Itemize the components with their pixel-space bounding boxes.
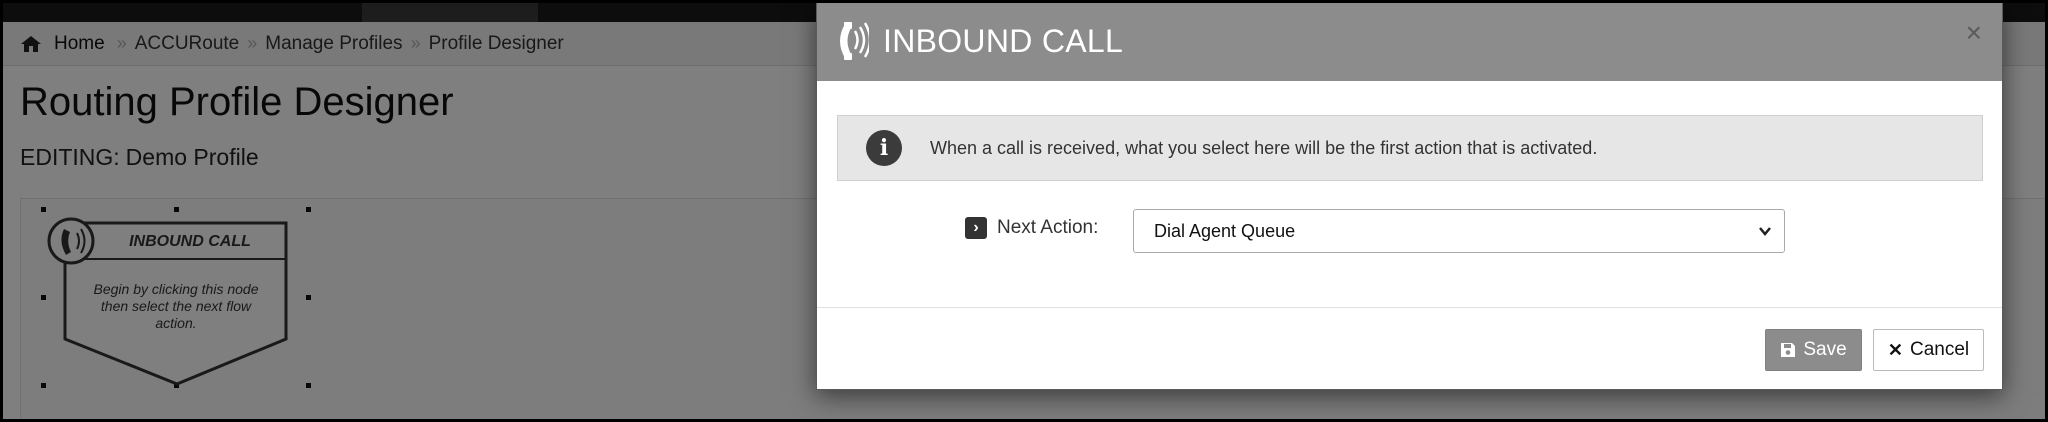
save-button[interactable]: Save xyxy=(1765,329,1862,371)
modal-footer-divider xyxy=(817,307,2002,308)
next-action-label-text: Next Action: xyxy=(997,217,1099,238)
next-action-row: › Next Action: Dial Agent Queue xyxy=(817,209,2002,253)
cancel-button-label: Cancel xyxy=(1909,339,1970,360)
next-action-selected-value: Dial Agent Queue xyxy=(1154,220,1296,241)
cancel-button[interactable]: ✕ Cancel xyxy=(1873,329,1984,371)
save-icon xyxy=(1781,343,1796,357)
save-button-label: Save xyxy=(1803,339,1847,360)
inbound-call-modal: INBOUND CALL × i When a call is received… xyxy=(816,0,2003,390)
modal-header: INBOUND CALL × xyxy=(817,1,2002,81)
chevron-right-icon: › xyxy=(965,217,987,239)
close-icon: ✕ xyxy=(1887,339,1903,360)
next-action-select[interactable]: Dial Agent Queue xyxy=(1133,209,1785,253)
info-icon: i xyxy=(866,130,902,166)
chevron-down-icon xyxy=(1759,227,1771,236)
info-alert: i When a call is received, what you sele… xyxy=(837,115,1983,181)
close-icon[interactable]: × xyxy=(1966,19,1982,47)
phone-icon xyxy=(840,22,869,60)
info-text: When a call is received, what you select… xyxy=(930,137,1598,158)
modal-title: INBOUND CALL xyxy=(883,22,1124,59)
next-action-label: › Next Action: xyxy=(965,217,1098,239)
